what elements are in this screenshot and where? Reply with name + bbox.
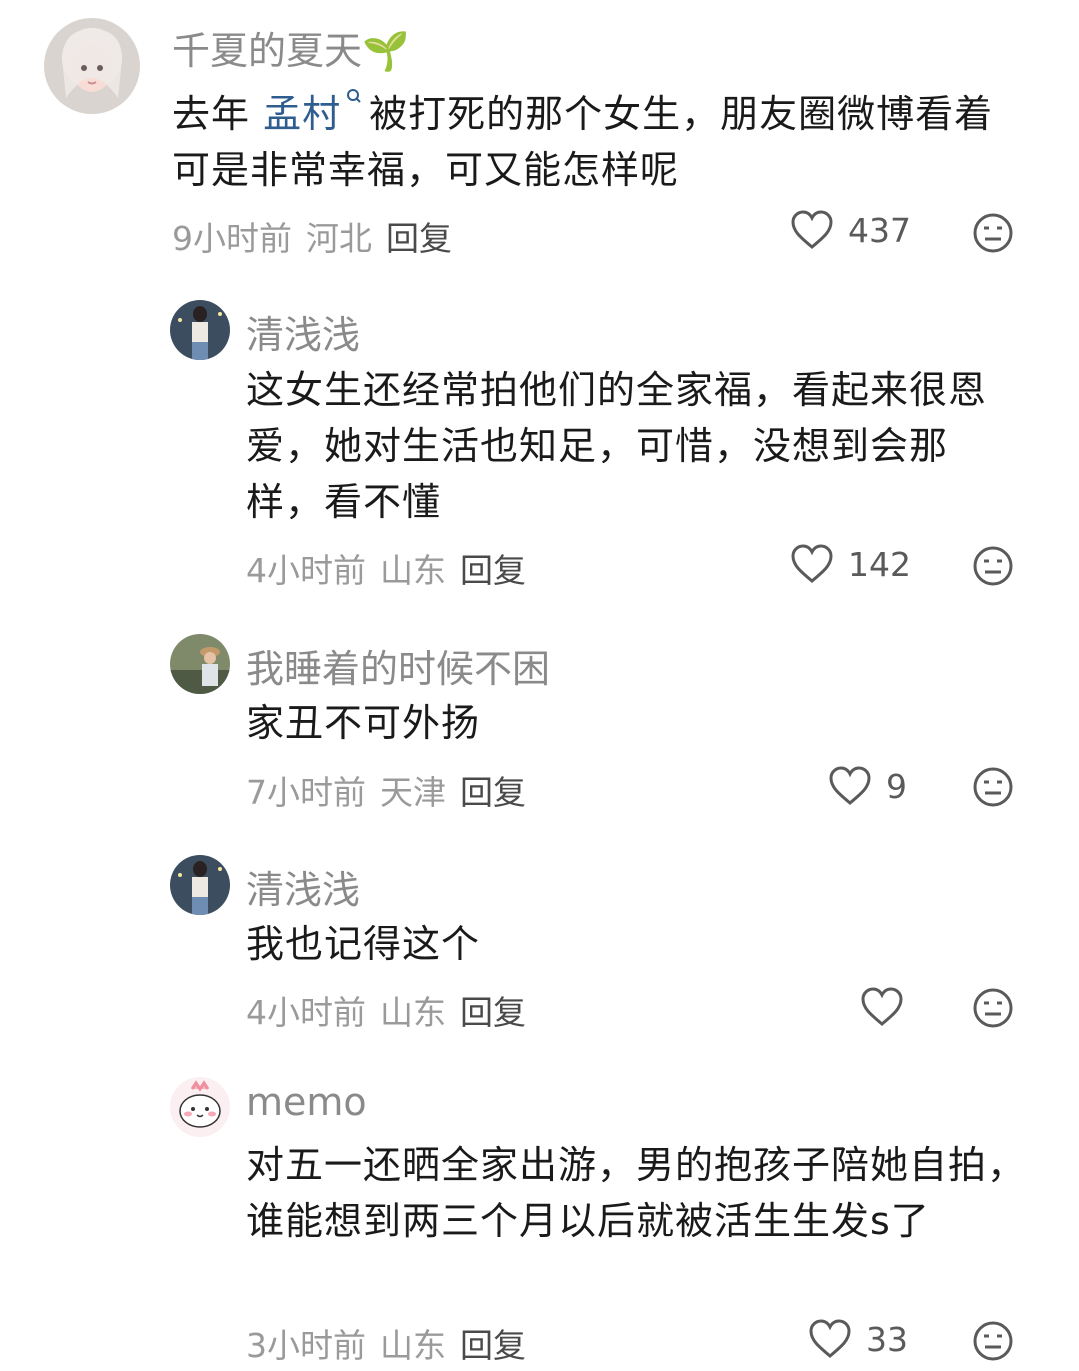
meh-face-icon bbox=[973, 546, 1013, 586]
dislike-button[interactable] bbox=[972, 1320, 1014, 1362]
reply-button[interactable]: 回复 bbox=[460, 1326, 526, 1365]
comment-1: 千夏的夏天🌱 去年 孟村 被打死的那个女生，朋友圈微博看着可是非常幸福，可又能怎样… bbox=[0, 0, 1079, 270]
location: 山东 bbox=[380, 1326, 446, 1365]
reply-button[interactable]: 回复 bbox=[460, 551, 526, 590]
comment-text: 我也记得这个 bbox=[246, 922, 481, 966]
heart-outline-icon bbox=[829, 766, 871, 805]
like-button[interactable]: 9 bbox=[828, 766, 907, 806]
location: 山东 bbox=[380, 551, 446, 590]
meh-face-icon bbox=[973, 213, 1013, 253]
comment-meta: 3小时前 山东 回复 bbox=[246, 1319, 540, 1367]
dislike-button[interactable] bbox=[972, 766, 1014, 808]
meh-face-icon bbox=[973, 767, 1013, 807]
like-count: 33 bbox=[866, 1319, 908, 1359]
timestamp: 4小时前 bbox=[246, 551, 366, 590]
heart-outline-icon bbox=[791, 544, 833, 583]
timestamp: 3小时前 bbox=[246, 1326, 366, 1365]
like-button[interactable]: 33 bbox=[808, 1319, 908, 1359]
username[interactable]: 千夏的夏天🌱 bbox=[172, 20, 409, 75]
avatar[interactable] bbox=[170, 1077, 230, 1137]
username[interactable]: 我睡着的时候不困 bbox=[246, 638, 550, 693]
comment-text-part: 去年 bbox=[172, 92, 251, 136]
like-count: 9 bbox=[886, 766, 907, 806]
comment-meta: 4小时前 山东 回复 bbox=[246, 986, 540, 1034]
comment-text: 家丑不可外扬 bbox=[246, 701, 481, 745]
reply-button[interactable]: 回复 bbox=[386, 219, 452, 258]
timestamp: 7小时前 bbox=[246, 773, 366, 812]
location: 河北 bbox=[306, 219, 372, 258]
like-button[interactable]: 437 bbox=[790, 210, 911, 250]
username[interactable]: 清浅浅 bbox=[246, 859, 360, 914]
timestamp: 9小时前 bbox=[172, 219, 292, 258]
comment-meta: 4小时前 山东 回复 bbox=[246, 544, 540, 592]
comment-text: 这女生还经常拍他们的全家福，看起来很恩爱，她对生活也知足，可惜，没想到会那样，看… bbox=[246, 368, 988, 524]
avatar-image bbox=[170, 855, 230, 915]
reply-button[interactable]: 回复 bbox=[460, 773, 526, 812]
username[interactable]: memo bbox=[246, 1080, 367, 1124]
like-count: 142 bbox=[848, 544, 911, 584]
topic-link[interactable]: 孟村 bbox=[263, 92, 341, 136]
avatar[interactable] bbox=[170, 300, 230, 360]
location: 山东 bbox=[380, 993, 446, 1032]
meh-face-icon bbox=[973, 988, 1013, 1028]
heart-outline-icon bbox=[809, 1319, 851, 1358]
comment-meta: 7小时前 天津 回复 bbox=[246, 766, 540, 814]
dislike-button[interactable] bbox=[972, 212, 1014, 254]
avatar-image bbox=[170, 1077, 230, 1137]
timestamp: 4小时前 bbox=[246, 993, 366, 1032]
like-count: 437 bbox=[848, 210, 911, 250]
like-button[interactable]: 142 bbox=[790, 544, 911, 584]
meh-face-icon bbox=[973, 1321, 1013, 1361]
avatar[interactable] bbox=[170, 855, 230, 915]
location: 天津 bbox=[380, 773, 446, 812]
username[interactable]: 清浅浅 bbox=[246, 304, 360, 359]
avatar[interactable] bbox=[170, 634, 230, 694]
dislike-button[interactable] bbox=[972, 987, 1014, 1029]
search-icon[interactable] bbox=[345, 86, 363, 114]
avatar-image bbox=[170, 300, 230, 360]
comment-text: 去年 孟村 被打死的那个女生，朋友圈微博看着可是非常幸福，可又能怎样呢 bbox=[172, 86, 1032, 198]
dislike-button[interactable] bbox=[972, 545, 1014, 587]
heart-outline-icon bbox=[791, 210, 833, 249]
comment-text: 对五一还晒全家出游，男的抱孩子陪她自拍，谁能想到两三个月以后就被活生生发s了 bbox=[246, 1143, 1027, 1243]
reply-button[interactable]: 回复 bbox=[460, 993, 526, 1032]
avatar-image bbox=[170, 634, 230, 694]
avatar[interactable] bbox=[44, 18, 140, 114]
comment-meta: 9小时前 河北 回复 bbox=[172, 212, 466, 260]
heart-outline-icon bbox=[861, 987, 903, 1026]
like-button[interactable] bbox=[860, 987, 918, 1027]
avatar-image bbox=[44, 18, 140, 114]
